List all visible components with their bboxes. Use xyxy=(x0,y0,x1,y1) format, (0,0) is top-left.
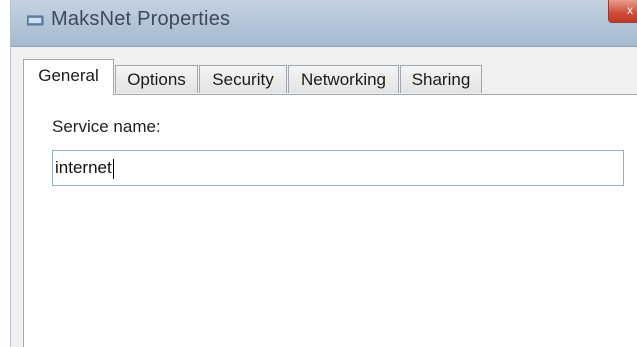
network-connection-icon xyxy=(26,14,45,26)
text-caret xyxy=(112,158,114,179)
screenshot-stage: MaksNet Properties x General Options Sec… xyxy=(0,0,637,347)
window-title: MaksNet Properties xyxy=(51,8,231,30)
title-bar[interactable]: MaksNet Properties x xyxy=(11,0,637,47)
service-name-value: internet xyxy=(55,158,112,177)
dialog-body: General Options Security Networking Shar… xyxy=(11,47,637,347)
tab-general[interactable]: General xyxy=(23,59,114,95)
general-tab-panel: Service name: internet xyxy=(23,94,637,347)
close-button[interactable]: x xyxy=(608,0,637,23)
service-name-label: Service name: xyxy=(52,117,161,136)
left-fade xyxy=(0,0,6,347)
tab-networking[interactable]: Networking xyxy=(288,65,399,93)
tab-sharing[interactable]: Sharing xyxy=(400,65,482,93)
close-icon: x xyxy=(627,3,633,17)
tab-options[interactable]: Options xyxy=(115,65,198,93)
service-name-input[interactable]: internet xyxy=(52,150,624,186)
properties-dialog: MaksNet Properties x General Options Sec… xyxy=(10,0,637,347)
tab-security[interactable]: Security xyxy=(199,65,287,93)
